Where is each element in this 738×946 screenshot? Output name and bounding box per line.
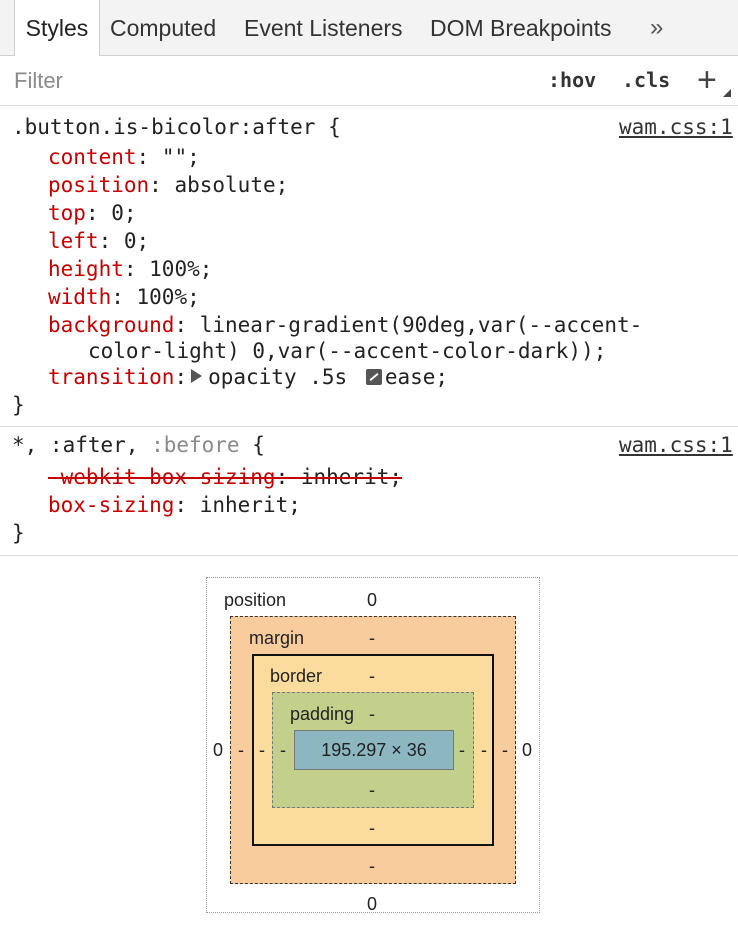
padding-left-value[interactable]: - bbox=[280, 740, 286, 761]
padding-top-value[interactable]: - bbox=[369, 704, 375, 725]
tab-dom-breakpoints[interactable]: DOM Breakpoints bbox=[430, 0, 612, 55]
border-right-value[interactable]: - bbox=[481, 740, 487, 761]
position-label: position bbox=[224, 590, 287, 610]
margin-left-value[interactable]: - bbox=[238, 740, 244, 761]
rule-close-brace: } bbox=[12, 393, 25, 417]
padding-label: padding bbox=[290, 704, 355, 724]
property-name[interactable]: height bbox=[48, 257, 124, 281]
property-value[interactable]: 0; bbox=[111, 229, 149, 253]
position-left-value[interactable]: 0 bbox=[213, 740, 223, 761]
border-bottom-value[interactable]: - bbox=[369, 818, 375, 839]
expand-arrow-icon[interactable] bbox=[191, 369, 203, 383]
selector-brace: { bbox=[239, 433, 265, 457]
declaration[interactable]: left: 0; bbox=[48, 229, 149, 253]
rule-close-brace: } bbox=[12, 521, 25, 545]
padding-right-value[interactable]: - bbox=[459, 740, 465, 761]
position-right-value[interactable]: 0 bbox=[522, 740, 532, 761]
margin-top-value[interactable]: - bbox=[369, 628, 375, 649]
property-value[interactable]: linear-gradient(90deg,var(--accent- bbox=[187, 313, 643, 337]
declaration[interactable]: transition: opacity .5s ease; bbox=[48, 365, 448, 389]
tab-event-listeners[interactable]: Event Listeners bbox=[244, 0, 403, 55]
tab-computed[interactable]: Computed bbox=[110, 0, 216, 55]
property-value[interactable]: opacity .5s bbox=[208, 365, 360, 389]
rule-selector[interactable]: .button.is-bicolor:after { bbox=[12, 115, 341, 139]
margin-right-value[interactable]: - bbox=[502, 740, 508, 761]
position-top-value[interactable]: 0 bbox=[367, 590, 377, 611]
padding-bottom-value[interactable]: - bbox=[369, 780, 375, 801]
bezier-easing-icon[interactable] bbox=[365, 369, 382, 385]
selector-match: *, :after, bbox=[12, 433, 152, 457]
hov-toggle-button[interactable]: :hov bbox=[548, 68, 596, 92]
cls-toggle-button[interactable]: .cls bbox=[622, 68, 670, 92]
rule-source-link[interactable]: wam.css:1 bbox=[619, 115, 733, 139]
border-label: border bbox=[270, 666, 323, 686]
declaration[interactable]: box-sizing: inherit; bbox=[48, 493, 301, 517]
property-name[interactable]: top bbox=[48, 201, 86, 225]
styles-pane-tabbar: Styles Computed Event Listeners DOM Brea… bbox=[0, 0, 738, 56]
property-name[interactable]: -webkit-box-sizing bbox=[48, 465, 276, 489]
property-name[interactable]: transition bbox=[48, 365, 174, 389]
declaration[interactable]: position: absolute; bbox=[48, 173, 288, 197]
property-value[interactable]: 100%; bbox=[124, 285, 200, 309]
declaration-overridden[interactable]: -webkit-box-sizing: inherit; bbox=[48, 465, 402, 489]
property-name[interactable]: position bbox=[48, 173, 149, 197]
styles-filter-bar: :hov .cls + bbox=[0, 56, 738, 106]
add-rule-menu-corner-icon[interactable] bbox=[723, 89, 731, 97]
filter-input[interactable] bbox=[14, 66, 394, 96]
rule-selector[interactable]: *, :after, :before { bbox=[12, 433, 265, 457]
more-tabs-chevron-icon[interactable]: » bbox=[650, 0, 663, 55]
box-model-content-size[interactable]: 195.297 × 36 bbox=[294, 730, 454, 770]
margin-bottom-value[interactable]: - bbox=[369, 856, 375, 877]
property-value[interactable]: 100%; bbox=[137, 257, 212, 281]
rule-source-link[interactable]: wam.css:1 bbox=[619, 433, 733, 457]
style-rule: *, :after, :before { wam.css:1 -webkit-b… bbox=[0, 427, 738, 556]
selector-nonmatch: :before bbox=[151, 433, 240, 457]
property-value[interactable]: ""; bbox=[149, 145, 200, 169]
declaration[interactable]: top: 0; bbox=[48, 201, 137, 225]
tab-styles[interactable]: Styles bbox=[14, 0, 100, 56]
property-value[interactable]: inherit; bbox=[187, 493, 301, 517]
position-bottom-value[interactable]: 0 bbox=[367, 894, 377, 915]
border-top-value[interactable]: - bbox=[369, 666, 375, 687]
property-name[interactable]: width bbox=[48, 285, 111, 309]
declaration[interactable]: content: ""; bbox=[48, 145, 200, 169]
property-name[interactable]: left bbox=[48, 229, 99, 253]
property-name[interactable]: content bbox=[48, 145, 137, 169]
declaration[interactable]: background: linear-gradient(90deg,var(--… bbox=[48, 313, 642, 337]
property-value-easing[interactable]: ease; bbox=[385, 365, 448, 389]
property-value[interactable]: 0; bbox=[99, 201, 136, 225]
border-left-value[interactable]: - bbox=[259, 740, 265, 761]
declaration-continuation[interactable]: color-light) 0,var(--accent-color-dark))… bbox=[88, 339, 606, 363]
property-name[interactable]: background bbox=[48, 313, 174, 337]
property-value[interactable]: : inherit; bbox=[276, 465, 402, 489]
declaration[interactable]: width: 100%; bbox=[48, 285, 200, 309]
declaration[interactable]: height: 100%; bbox=[48, 257, 212, 281]
margin-label: margin bbox=[249, 628, 305, 648]
new-style-rule-button[interactable]: + bbox=[697, 60, 717, 100]
property-value[interactable]: absolute; bbox=[162, 173, 288, 197]
property-name[interactable]: box-sizing bbox=[48, 493, 174, 517]
style-rule: .button.is-bicolor:after { wam.css:1 con… bbox=[0, 107, 738, 427]
